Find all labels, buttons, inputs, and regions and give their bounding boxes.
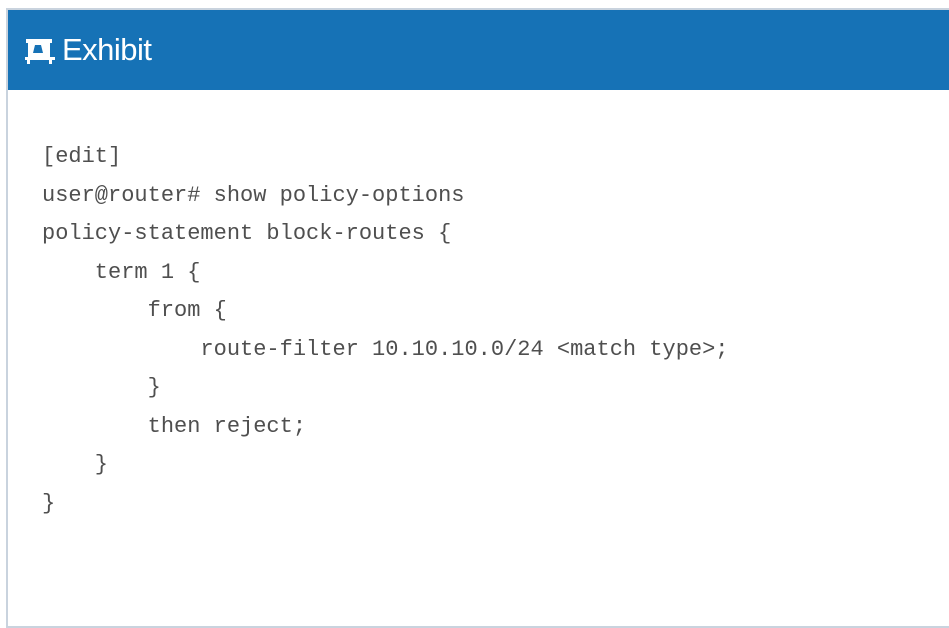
code-line: [edit] xyxy=(42,144,122,169)
exhibit-icon xyxy=(24,35,58,65)
code-line: route-filter 10.10.10.0/24 <match type>; xyxy=(42,336,729,362)
code-line: } xyxy=(42,375,161,400)
code-line: term 1 { xyxy=(42,259,201,285)
code-line: policy-statement block-routes { xyxy=(42,221,452,246)
code-line: from { xyxy=(42,298,227,323)
code-line: } xyxy=(42,490,56,516)
code-line: user@router# show policy-options xyxy=(42,182,465,208)
code-line: then reject; xyxy=(42,413,307,439)
code-block: [edit] user@router# show policy-options po… xyxy=(42,138,729,523)
exhibit-header: Exhibit xyxy=(8,10,949,90)
exhibit-panel: Exhibit [edit] user@router# show policy-o… xyxy=(6,8,949,628)
code-line: } xyxy=(42,452,109,477)
exhibit-title: Exhibit xyxy=(62,32,152,67)
